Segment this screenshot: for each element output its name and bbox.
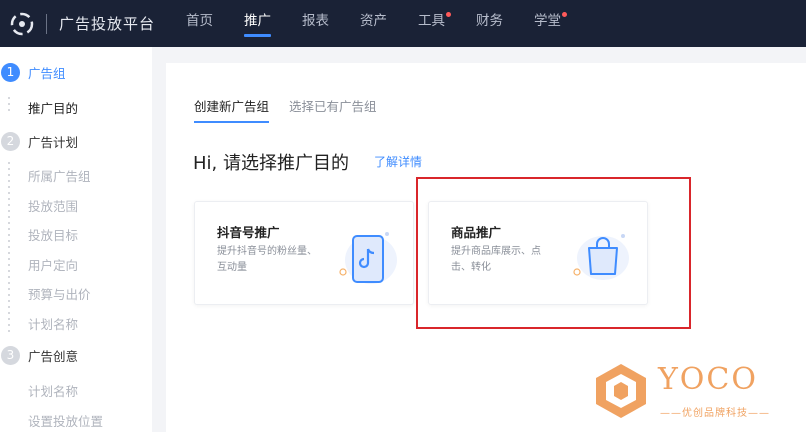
step-title: 广告创意 — [28, 349, 79, 364]
sidebar-item-promotion-goal[interactable]: 推广目的 — [28, 98, 78, 117]
step-number: 3 — [1, 346, 20, 365]
step-number: 2 — [1, 132, 20, 151]
yoco-logo-icon — [596, 364, 646, 418]
app-logo-icon[interactable] — [10, 12, 34, 36]
brand-divider — [46, 13, 47, 34]
ad-group-tabs: 创建新广告组 选择已有广告组 — [194, 96, 397, 123]
nav-tools[interactable]: 工具 — [418, 0, 451, 47]
card-title: 商品推广 — [451, 225, 502, 240]
sidebar-item[interactable]: 预算与出价 — [28, 284, 91, 303]
learn-more-link[interactable]: 了解详情 — [374, 153, 422, 170]
shopping-bag-icon — [573, 234, 629, 280]
step-ad-group[interactable]: 1 广告组 — [0, 63, 66, 82]
sidebar-item[interactable]: 设置投放位置 — [28, 411, 103, 430]
notification-dot — [562, 12, 567, 17]
watermark-subtext: ——优创品牌科技—— — [660, 408, 770, 419]
card-douyin-promotion[interactable]: 抖音号推广 提升抖音号的粉丝量、互动量 — [194, 201, 414, 305]
step-ad-plan[interactable]: 2 广告计划 — [0, 132, 78, 151]
page-heading: Hi, 请选择推广目的 — [193, 153, 349, 174]
tab-select-existing[interactable]: 选择已有广告组 — [289, 96, 377, 123]
step-connector — [8, 162, 10, 336]
brand-title: 广告投放平台 — [59, 15, 156, 33]
step-sidebar: 1 广告组 推广目的 2 广告计划 所属广告组 投放范围 投放目标 用户定向 预… — [0, 47, 152, 432]
watermark: YOCO ——优创品牌科技—— — [588, 356, 788, 426]
watermark-text: YOCO — [658, 362, 758, 397]
notification-dot — [446, 12, 451, 17]
tab-create-new[interactable]: 创建新广告组 — [194, 96, 270, 123]
top-navbar: 广告投放平台 首页 推广 报表 资产 工具 财务 学堂 — [0, 0, 806, 47]
nav-academy[interactable]: 学堂 — [534, 0, 567, 47]
nav-home[interactable]: 首页 — [186, 0, 213, 47]
step-ad-creative[interactable]: 3 广告创意 — [0, 346, 78, 365]
card-description: 提升商品库展示、点击、转化 — [451, 246, 541, 273]
sidebar-item[interactable]: 计划名称 — [28, 314, 78, 333]
sidebar-item[interactable]: 所属广告组 — [28, 166, 91, 185]
card-title: 抖音号推广 — [217, 225, 280, 240]
sidebar-item[interactable]: 投放范围 — [28, 196, 78, 215]
sidebar-item[interactable]: 投放目标 — [28, 225, 78, 244]
nav-assets[interactable]: 资产 — [360, 0, 387, 47]
step-title: 广告组 — [28, 66, 66, 81]
nav-finance[interactable]: 财务 — [476, 0, 503, 47]
card-product-promotion[interactable]: 商品推广 提升商品库展示、点击、转化 — [428, 201, 648, 305]
step-connector — [8, 97, 10, 115]
sidebar-item[interactable]: 计划名称 — [28, 381, 78, 400]
nav-promotion[interactable]: 推广 — [244, 0, 271, 47]
step-title: 广告计划 — [28, 135, 79, 150]
nav-reports[interactable]: 报表 — [302, 0, 329, 47]
step-number: 1 — [1, 63, 20, 82]
sidebar-item[interactable]: 用户定向 — [28, 255, 78, 274]
card-description: 提升抖音号的粉丝量、互动量 — [217, 246, 317, 273]
main-nav: 首页 推广 报表 资产 工具 财务 学堂 — [186, 0, 592, 47]
phone-tiktok-icon — [339, 232, 397, 284]
